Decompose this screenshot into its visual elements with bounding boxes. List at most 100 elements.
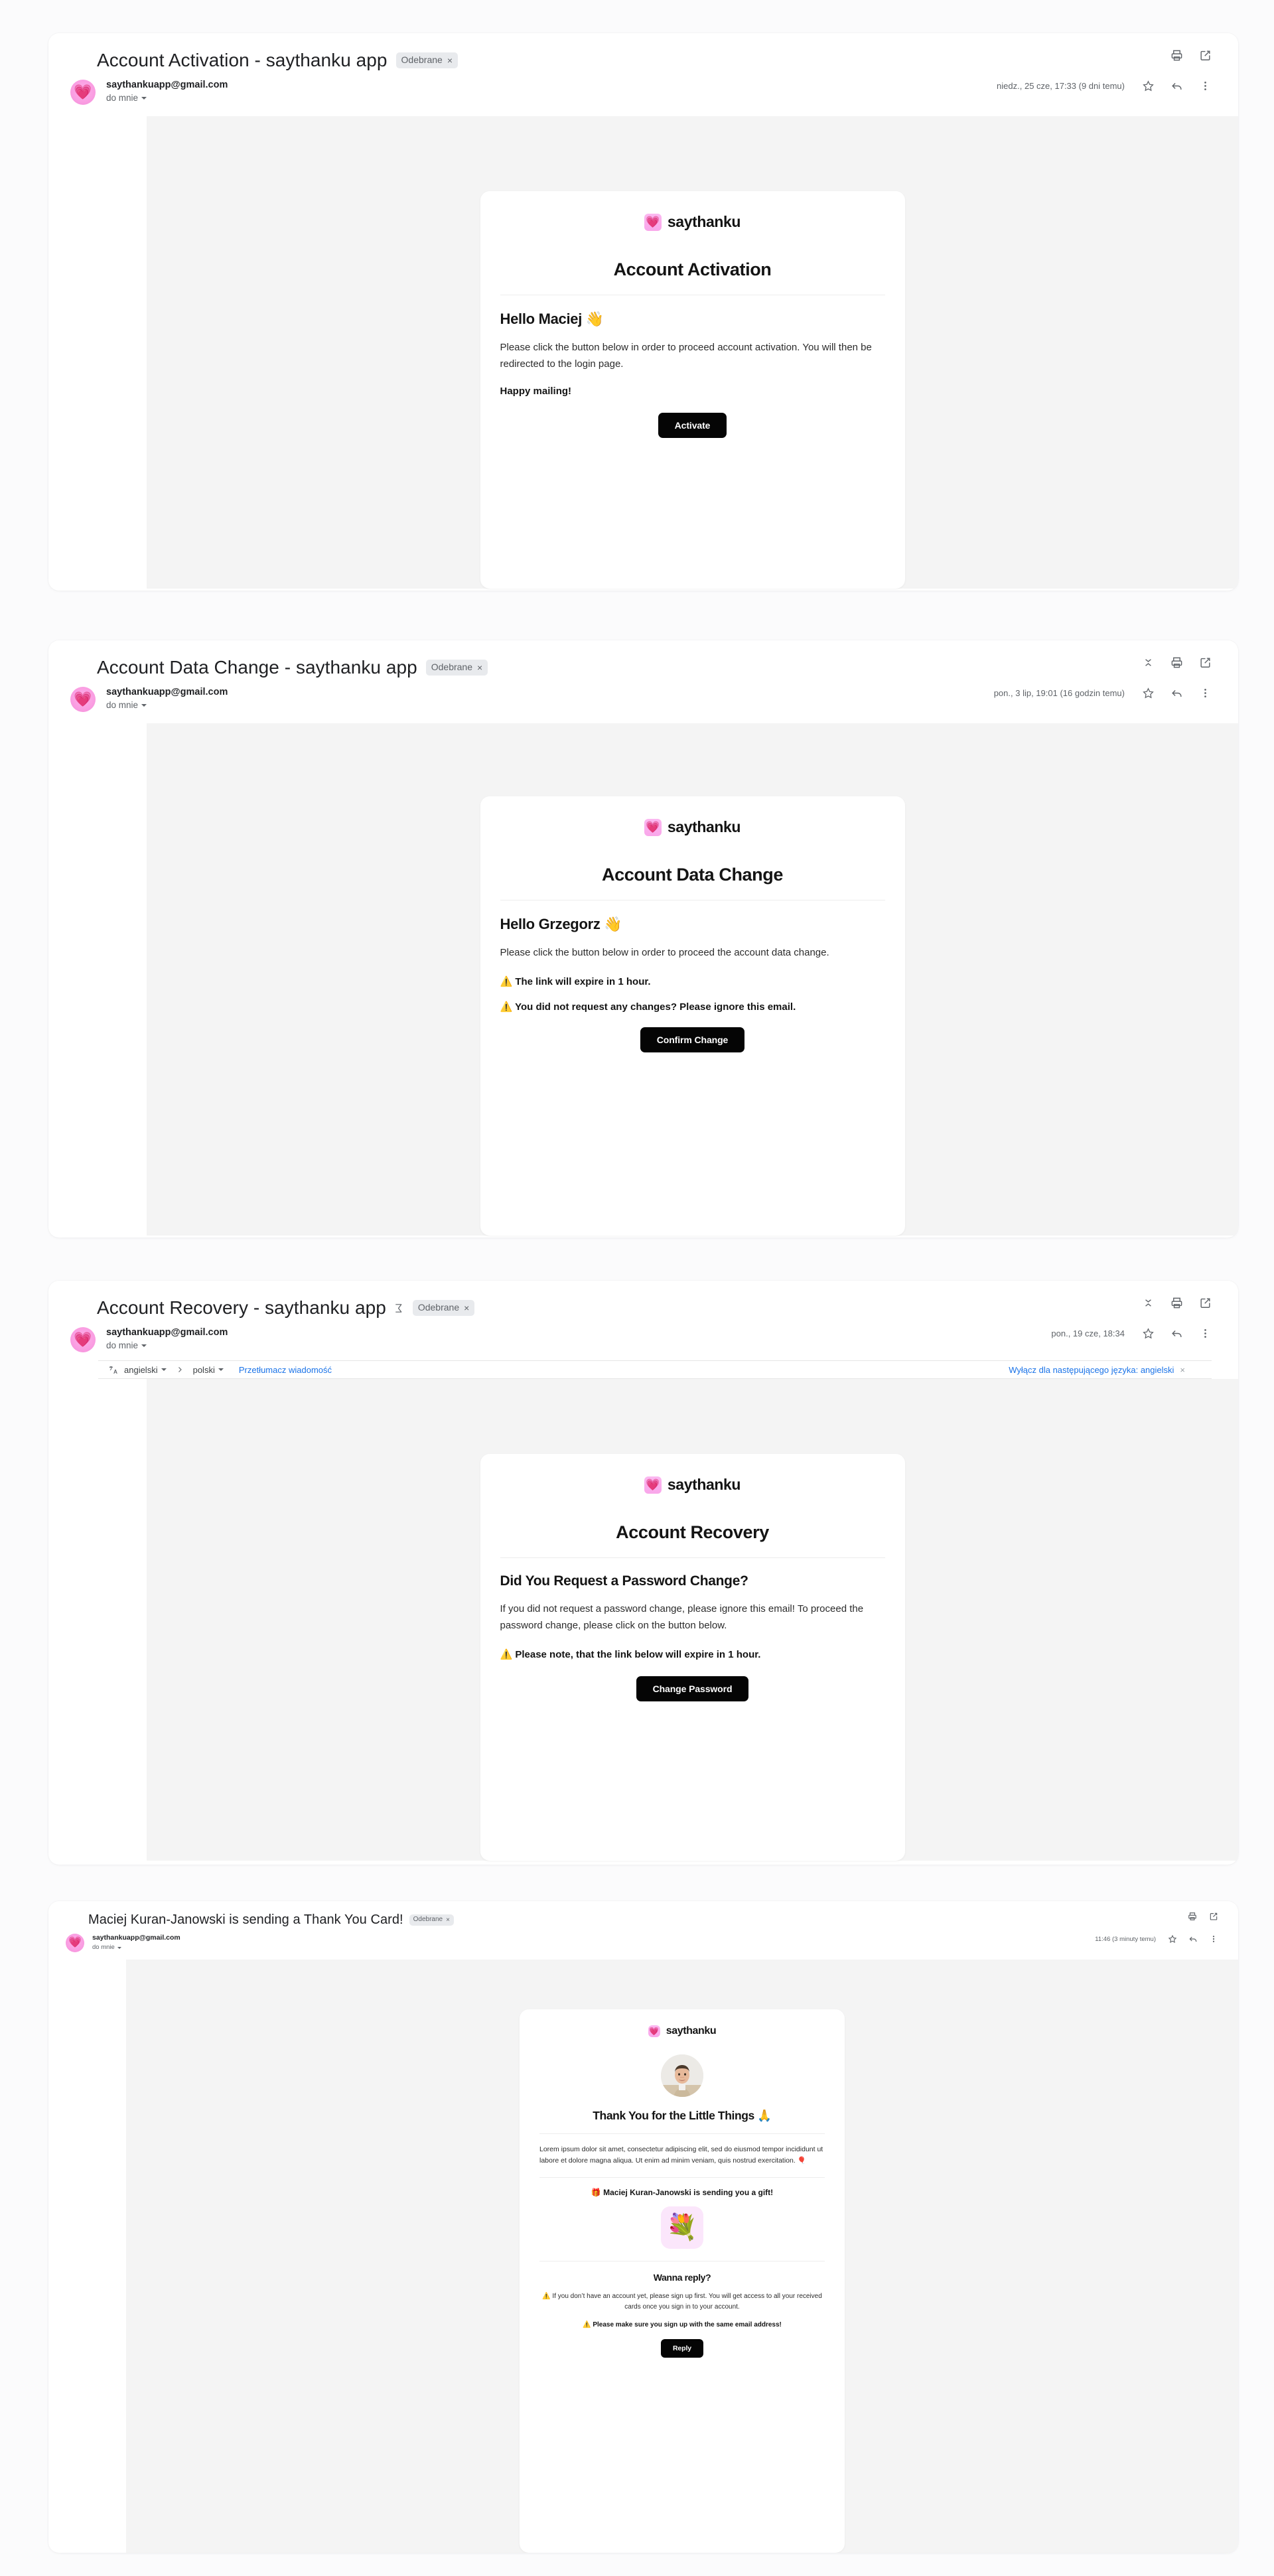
source-language-select[interactable]: angielski: [124, 1365, 167, 1375]
arrow-right-icon: [173, 1366, 187, 1374]
card-warning-2: ⚠️ You did not request any changes? Plea…: [500, 1001, 796, 1013]
brand-name: saythanku: [667, 1476, 741, 1493]
confirm-change-button[interactable]: Confirm Change: [640, 1027, 745, 1052]
close-icon[interactable]: ×: [446, 1916, 450, 1924]
gift-line: 🎁 Maciej Kuran-Janowski is sending you a…: [591, 2188, 774, 2197]
label-chip-text: Odebrane: [401, 54, 443, 66]
sender-meta: saythankuapp@gmail.com do mnie: [106, 78, 228, 104]
label-chip[interactable]: Odebrane ×: [412, 1300, 475, 1316]
divider: [539, 2133, 825, 2134]
star-icon[interactable]: [1168, 1934, 1177, 1944]
sender-email[interactable]: saythankuapp@gmail.com: [106, 78, 228, 92]
sender-email[interactable]: saythankuapp@gmail.com: [106, 685, 228, 699]
sender-email[interactable]: saythankuapp@gmail.com: [106, 1326, 228, 1339]
recipient-toggle[interactable]: do mnie: [106, 92, 228, 104]
target-language-label: polski: [192, 1364, 215, 1375]
card-warning-1: ⚠️ Please note, that the link below will…: [500, 1649, 761, 1660]
open-in-new-icon[interactable]: [1199, 1297, 1212, 1309]
recipient-toggle[interactable]: do mnie: [106, 1339, 228, 1352]
close-icon[interactable]: ×: [447, 56, 453, 65]
more-vert-icon[interactable]: [1199, 1327, 1212, 1340]
label-chip-text: Odebrane: [413, 1916, 443, 1924]
avatar[interactable]: 💗: [70, 687, 96, 712]
subject-row: Maciej Kuran-Janowski is sending a Thank…: [48, 1901, 1238, 1930]
star-icon[interactable]: [1142, 1327, 1155, 1340]
card-greeting: Did You Request a Password Change?: [500, 1573, 748, 1589]
subject-actions: [1142, 1297, 1212, 1309]
label-chip-text: Odebrane: [417, 1302, 460, 1313]
chevron-down-icon: [218, 1368, 224, 1371]
target-language-select[interactable]: polski: [193, 1365, 224, 1375]
recipient-label: do mnie: [106, 700, 139, 710]
email-card: 💗 saythanku Account Recovery Did You Req…: [480, 1454, 905, 1861]
sender-photo-graphic: [661, 2054, 703, 2097]
chevron-down-icon: [141, 1344, 147, 1347]
star-icon[interactable]: [1142, 80, 1155, 92]
brand-heart-icon: 💗: [644, 213, 662, 231]
bouquet-icon: 💐: [666, 2214, 698, 2242]
pink-heart-icon: 💗: [74, 1331, 92, 1348]
email-card: 💗 saythanku Account Activation Hello Mac…: [480, 191, 905, 589]
star-icon[interactable]: [1142, 687, 1155, 699]
print-icon[interactable]: [1170, 49, 1183, 62]
more-vert-icon[interactable]: [1199, 80, 1212, 92]
chevron-down-icon: [117, 1946, 121, 1949]
open-in-new-icon[interactable]: [1199, 49, 1212, 62]
chevron-down-icon: [141, 703, 147, 707]
reply-icon[interactable]: [1170, 1327, 1183, 1340]
brand-logo: 💗 saythanku: [500, 1476, 885, 1494]
avatar[interactable]: 💗: [66, 1934, 84, 1952]
sender-meta: saythankuapp@gmail.com do mnie: [106, 685, 228, 711]
open-in-new-icon[interactable]: [1209, 1912, 1218, 1921]
card-title: Account Recovery: [616, 1522, 769, 1542]
print-icon[interactable]: [1170, 656, 1183, 669]
divider-2: [539, 2177, 825, 2178]
more-vert-icon[interactable]: [1209, 1934, 1218, 1944]
avatar[interactable]: 💗: [70, 80, 96, 105]
translate-message-link[interactable]: Przetłumacz wiadomość: [239, 1365, 332, 1375]
page-title: Account Data Change - saythanku app: [97, 657, 417, 678]
recipient-toggle[interactable]: do mnie: [92, 1943, 180, 1952]
more-vert-icon[interactable]: [1199, 687, 1212, 699]
brand-name: saythanku: [667, 213, 741, 230]
collapse-all-icon[interactable]: [1142, 1297, 1155, 1309]
close-icon[interactable]: ×: [1180, 1365, 1185, 1375]
label-chip[interactable]: Odebrane ×: [395, 52, 458, 68]
brand-heart-icon: 💗: [644, 818, 662, 836]
note-1: ⚠️ If you don’t have an account yet, ple…: [542, 2293, 822, 2311]
sender-meta: saythankuapp@gmail.com do mnie: [106, 1326, 228, 1352]
label-chip[interactable]: Odebrane ×: [409, 1914, 454, 1926]
reply-button[interactable]: Reply: [660, 2339, 704, 2358]
sender-actions: 11:46 (3 minuty temu): [1095, 1934, 1218, 1944]
label-chip[interactable]: Odebrane ×: [425, 660, 488, 676]
pink-heart-icon: 💗: [74, 84, 92, 100]
page-title: Account Recovery - saythanku app: [97, 1297, 386, 1318]
print-icon[interactable]: [1188, 1912, 1197, 1921]
sender-email[interactable]: saythankuapp@gmail.com: [92, 1933, 180, 1943]
brand-heart-icon: 💗: [644, 1476, 662, 1494]
email-date: niedz., 25 cze, 17:33 (9 dni temu): [997, 81, 1125, 91]
sender-meta: saythankuapp@gmail.com do mnie: [92, 1933, 180, 1952]
recipient-label: do mnie: [106, 93, 139, 103]
reply-icon[interactable]: [1170, 687, 1183, 699]
disable-language-link[interactable]: Wyłącz dla następującego języka: angiels…: [1009, 1365, 1174, 1375]
card-closing: Happy mailing!: [500, 386, 572, 397]
chevron-down-icon: [161, 1368, 167, 1371]
sigma-smart-label-icon: [393, 1303, 404, 1314]
collapse-all-icon[interactable]: [1142, 656, 1155, 669]
print-icon[interactable]: [1170, 1297, 1183, 1309]
reply-icon[interactable]: [1188, 1934, 1198, 1944]
card-warning-1: ⚠️ The link will expire in 1 hour.: [500, 976, 651, 987]
close-icon[interactable]: ×: [477, 663, 482, 672]
open-in-new-icon[interactable]: [1199, 656, 1212, 669]
recipient-toggle[interactable]: do mnie: [106, 699, 228, 711]
avatar[interactable]: 💗: [70, 1327, 96, 1352]
email-card: 💗 saythanku Account Data Change Hello Gr…: [480, 796, 905, 1236]
sender-actions: pon., 19 cze, 18:34: [1051, 1327, 1212, 1340]
activate-button[interactable]: Activate: [658, 413, 727, 438]
card-paragraph: Please click the button below in order t…: [500, 342, 872, 370]
sender-photo: [661, 2054, 703, 2097]
reply-icon[interactable]: [1170, 80, 1183, 92]
change-password-button[interactable]: Change Password: [636, 1676, 749, 1701]
close-icon[interactable]: ×: [464, 1303, 469, 1313]
